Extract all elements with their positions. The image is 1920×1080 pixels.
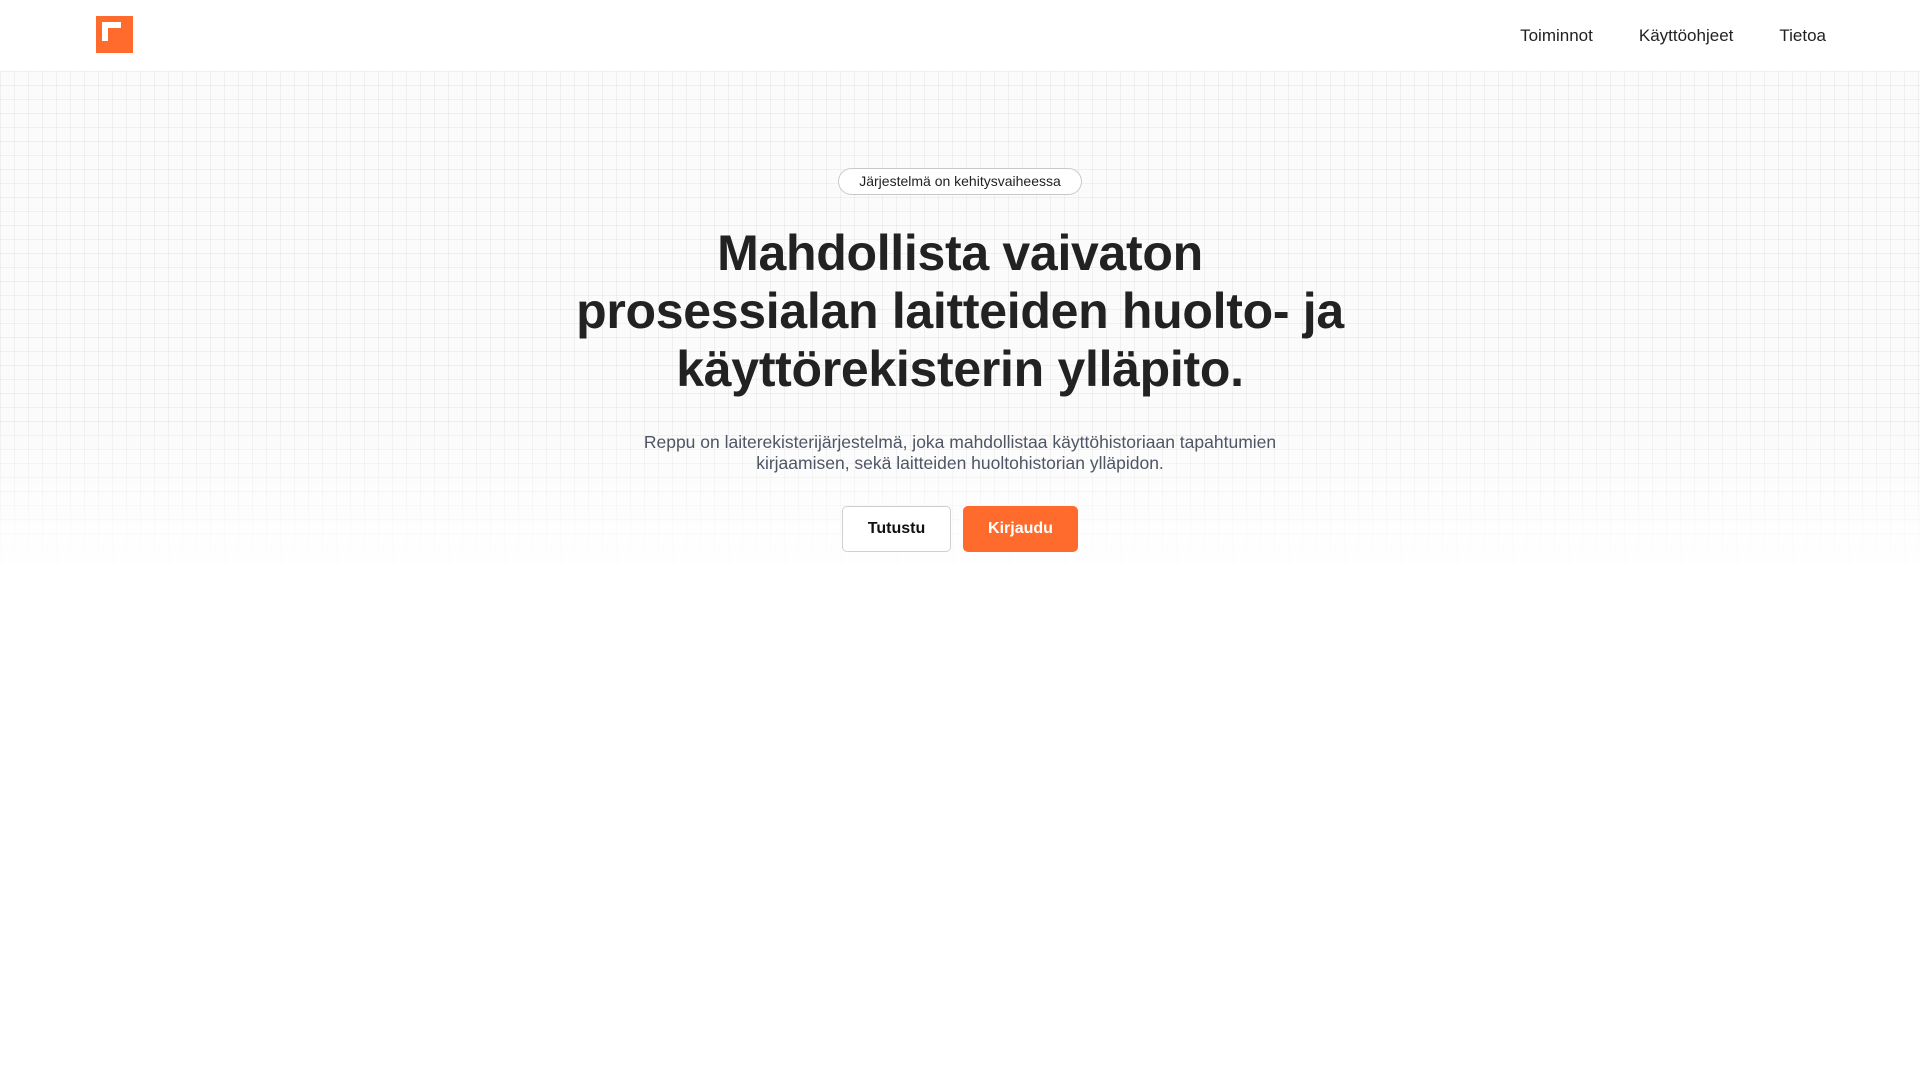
main-nav: Toiminnot Käyttöohjeet Tietoa — [1520, 24, 1826, 48]
hero-title: Mahdollista vaivaton prosessialan laitte… — [560, 224, 1360, 398]
nav-item-kayttoohjeet[interactable]: Käyttöohjeet — [1639, 24, 1734, 48]
orange-square-logo-icon — [96, 16, 133, 53]
hero-title-line-3: käyttörekisterin ylläpito. — [676, 341, 1244, 397]
logo-link[interactable] — [96, 16, 133, 53]
nav-item-toiminnot[interactable]: Toiminnot — [1520, 24, 1593, 48]
login-button[interactable]: Kirjaudu — [963, 506, 1078, 552]
hero-title-line-1: Mahdollista vaivaton — [717, 225, 1203, 281]
site-header: Toiminnot Käyttöohjeet Tietoa — [0, 0, 1920, 71]
page: Toiminnot Käyttöohjeet Tietoa Järjestelm… — [0, 0, 1920, 1080]
explore-button[interactable]: Tutustu — [842, 506, 951, 552]
nav-item-tietoa[interactable]: Tietoa — [1779, 24, 1826, 48]
status-badge: Järjestelmä on kehitysvaiheessa — [838, 168, 1082, 195]
hero-actions: Tutustu Kirjaudu — [842, 506, 1078, 552]
hero-subtitle: Reppu on laiterekisterijärjestelmä, joka… — [643, 432, 1277, 473]
hero-title-line-2: prosessialan laitteiden huolto- ja — [576, 283, 1344, 339]
